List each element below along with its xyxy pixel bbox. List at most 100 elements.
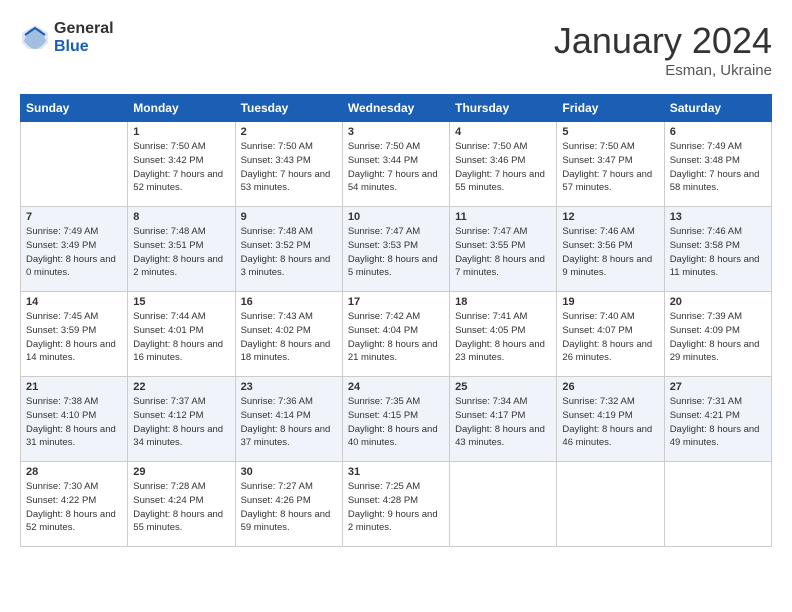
calendar-cell: 16 Sunrise: 7:43 AMSunset: 4:02 PMDayligh…: [235, 292, 342, 377]
day-number: 19: [562, 296, 658, 308]
day-info: Sunrise: 7:46 AMSunset: 3:56 PMDaylight:…: [562, 225, 658, 280]
day-info: Sunrise: 7:43 AMSunset: 4:02 PMDaylight:…: [241, 310, 337, 365]
day-number: 25: [455, 381, 551, 393]
column-header-sunday: Sunday: [21, 95, 128, 122]
day-number: 29: [133, 466, 229, 478]
page-container: General Blue January 2024 Esman, Ukraine…: [0, 0, 792, 557]
day-info: Sunrise: 7:44 AMSunset: 4:01 PMDaylight:…: [133, 310, 229, 365]
day-number: 30: [241, 466, 337, 478]
day-info: Sunrise: 7:36 AMSunset: 4:14 PMDaylight:…: [241, 395, 337, 450]
calendar-cell: 19 Sunrise: 7:40 AMSunset: 4:07 PMDayligh…: [557, 292, 664, 377]
calendar-cell: 14Sunrise: 7:45 AMSunset: 3:59 PMDayligh…: [21, 292, 128, 377]
calendar-cell: 3 Sunrise: 7:50 AMSunset: 3:44 PMDaylight…: [342, 122, 449, 207]
calendar-cell: 27 Sunrise: 7:31 AMSunset: 4:21 PMDayligh…: [664, 377, 771, 462]
day-number: 18: [455, 296, 551, 308]
day-info: Sunrise: 7:49 AMSunset: 3:49 PMDaylight:…: [26, 225, 122, 280]
column-header-monday: Monday: [128, 95, 235, 122]
day-info: Sunrise: 7:41 AMSunset: 4:05 PMDaylight:…: [455, 310, 551, 365]
day-number: 17: [348, 296, 444, 308]
day-info: Sunrise: 7:48 AMSunset: 3:51 PMDaylight:…: [133, 225, 229, 280]
day-number: 6: [670, 126, 766, 138]
day-number: 3: [348, 126, 444, 138]
day-number: 7: [26, 211, 122, 223]
calendar-table: SundayMondayTuesdayWednesdayThursdayFrid…: [20, 94, 772, 547]
day-number: 8: [133, 211, 229, 223]
calendar-cell: [450, 462, 557, 547]
day-number: 11: [455, 211, 551, 223]
day-info: Sunrise: 7:50 AMSunset: 3:44 PMDaylight:…: [348, 140, 444, 195]
location-subtitle: Esman, Ukraine: [554, 62, 772, 79]
day-info: Sunrise: 7:31 AMSunset: 4:21 PMDaylight:…: [670, 395, 766, 450]
calendar-cell: 7 Sunrise: 7:49 AMSunset: 3:49 PMDaylight…: [21, 207, 128, 292]
day-info: Sunrise: 7:50 AMSunset: 3:43 PMDaylight:…: [241, 140, 337, 195]
column-header-thursday: Thursday: [450, 95, 557, 122]
day-number: 22: [133, 381, 229, 393]
day-info: Sunrise: 7:48 AMSunset: 3:52 PMDaylight:…: [241, 225, 337, 280]
calendar-cell: [557, 462, 664, 547]
calendar-cell: 21 Sunrise: 7:38 AMSunset: 4:10 PMDayligh…: [21, 377, 128, 462]
calendar-cell: 30Sunrise: 7:27 AMSunset: 4:26 PMDayligh…: [235, 462, 342, 547]
calendar-cell: 17 Sunrise: 7:42 AMSunset: 4:04 PMDayligh…: [342, 292, 449, 377]
calendar-cell: 26Sunrise: 7:32 AMSunset: 4:19 PMDayligh…: [557, 377, 664, 462]
day-info: Sunrise: 7:28 AMSunset: 4:24 PMDaylight:…: [133, 480, 229, 535]
header-row: SundayMondayTuesdayWednesdayThursdayFrid…: [21, 95, 772, 122]
column-header-friday: Friday: [557, 95, 664, 122]
day-number: 28: [26, 466, 122, 478]
calendar-cell: 29 Sunrise: 7:28 AMSunset: 4:24 PMDayligh…: [128, 462, 235, 547]
month-title: January 2024: [554, 20, 772, 62]
calendar-cell: 24Sunrise: 7:35 AMSunset: 4:15 PMDayligh…: [342, 377, 449, 462]
title-block: January 2024 Esman, Ukraine: [554, 20, 772, 79]
calendar-cell: 11 Sunrise: 7:47 AMSunset: 3:55 PMDayligh…: [450, 207, 557, 292]
day-number: 16: [241, 296, 337, 308]
day-number: 10: [348, 211, 444, 223]
calendar-cell: 5 Sunrise: 7:50 AMSunset: 3:47 PMDaylight…: [557, 122, 664, 207]
day-number: 13: [670, 211, 766, 223]
calendar-cell: 20Sunrise: 7:39 AMSunset: 4:09 PMDayligh…: [664, 292, 771, 377]
day-number: 31: [348, 466, 444, 478]
logo: General Blue: [20, 20, 114, 55]
logo-general: General: [54, 20, 114, 38]
calendar-week-3: 14Sunrise: 7:45 AMSunset: 3:59 PMDayligh…: [21, 292, 772, 377]
day-number: 27: [670, 381, 766, 393]
calendar-cell: 22 Sunrise: 7:37 AMSunset: 4:12 PMDayligh…: [128, 377, 235, 462]
calendar-cell: 25Sunrise: 7:34 AMSunset: 4:17 PMDayligh…: [450, 377, 557, 462]
day-info: Sunrise: 7:35 AMSunset: 4:15 PMDaylight:…: [348, 395, 444, 450]
day-number: 20: [670, 296, 766, 308]
day-info: Sunrise: 7:47 AMSunset: 3:55 PMDaylight:…: [455, 225, 551, 280]
calendar-week-5: 28Sunrise: 7:30 AMSunset: 4:22 PMDayligh…: [21, 462, 772, 547]
calendar-cell: 31Sunrise: 7:25 AMSunset: 4:28 PMDayligh…: [342, 462, 449, 547]
calendar-cell: 9 Sunrise: 7:48 AMSunset: 3:52 PMDaylight…: [235, 207, 342, 292]
calendar-week-4: 21 Sunrise: 7:38 AMSunset: 4:10 PMDayligh…: [21, 377, 772, 462]
day-number: 5: [562, 126, 658, 138]
column-header-tuesday: Tuesday: [235, 95, 342, 122]
day-info: Sunrise: 7:46 AMSunset: 3:58 PMDaylight:…: [670, 225, 766, 280]
day-number: 26: [562, 381, 658, 393]
column-header-saturday: Saturday: [664, 95, 771, 122]
day-info: Sunrise: 7:49 AMSunset: 3:48 PMDaylight:…: [670, 140, 766, 195]
day-number: 9: [241, 211, 337, 223]
calendar-week-2: 7 Sunrise: 7:49 AMSunset: 3:49 PMDaylight…: [21, 207, 772, 292]
day-number: 12: [562, 211, 658, 223]
calendar-cell: 18 Sunrise: 7:41 AMSunset: 4:05 PMDayligh…: [450, 292, 557, 377]
calendar-cell: 6 Sunrise: 7:49 AMSunset: 3:48 PMDaylight…: [664, 122, 771, 207]
header: General Blue January 2024 Esman, Ukraine: [20, 20, 772, 79]
day-info: Sunrise: 7:50 AMSunset: 3:46 PMDaylight:…: [455, 140, 551, 195]
calendar-cell: 15 Sunrise: 7:44 AMSunset: 4:01 PMDayligh…: [128, 292, 235, 377]
day-info: Sunrise: 7:40 AMSunset: 4:07 PMDaylight:…: [562, 310, 658, 365]
day-number: 4: [455, 126, 551, 138]
calendar-cell: 23 Sunrise: 7:36 AMSunset: 4:14 PMDayligh…: [235, 377, 342, 462]
logo-text: General Blue: [54, 20, 114, 55]
logo-icon: [20, 23, 50, 53]
day-info: Sunrise: 7:42 AMSunset: 4:04 PMDaylight:…: [348, 310, 444, 365]
calendar-cell: 13 Sunrise: 7:46 AMSunset: 3:58 PMDayligh…: [664, 207, 771, 292]
day-info: Sunrise: 7:50 AMSunset: 3:47 PMDaylight:…: [562, 140, 658, 195]
calendar-week-1: 1Sunrise: 7:50 AMSunset: 3:42 PMDaylight…: [21, 122, 772, 207]
day-info: Sunrise: 7:45 AMSunset: 3:59 PMDaylight:…: [26, 310, 122, 365]
day-info: Sunrise: 7:38 AMSunset: 4:10 PMDaylight:…: [26, 395, 122, 450]
day-number: 21: [26, 381, 122, 393]
calendar-cell: [664, 462, 771, 547]
day-info: Sunrise: 7:37 AMSunset: 4:12 PMDaylight:…: [133, 395, 229, 450]
day-number: 23: [241, 381, 337, 393]
calendar-cell: 1Sunrise: 7:50 AMSunset: 3:42 PMDaylight…: [128, 122, 235, 207]
day-number: 15: [133, 296, 229, 308]
